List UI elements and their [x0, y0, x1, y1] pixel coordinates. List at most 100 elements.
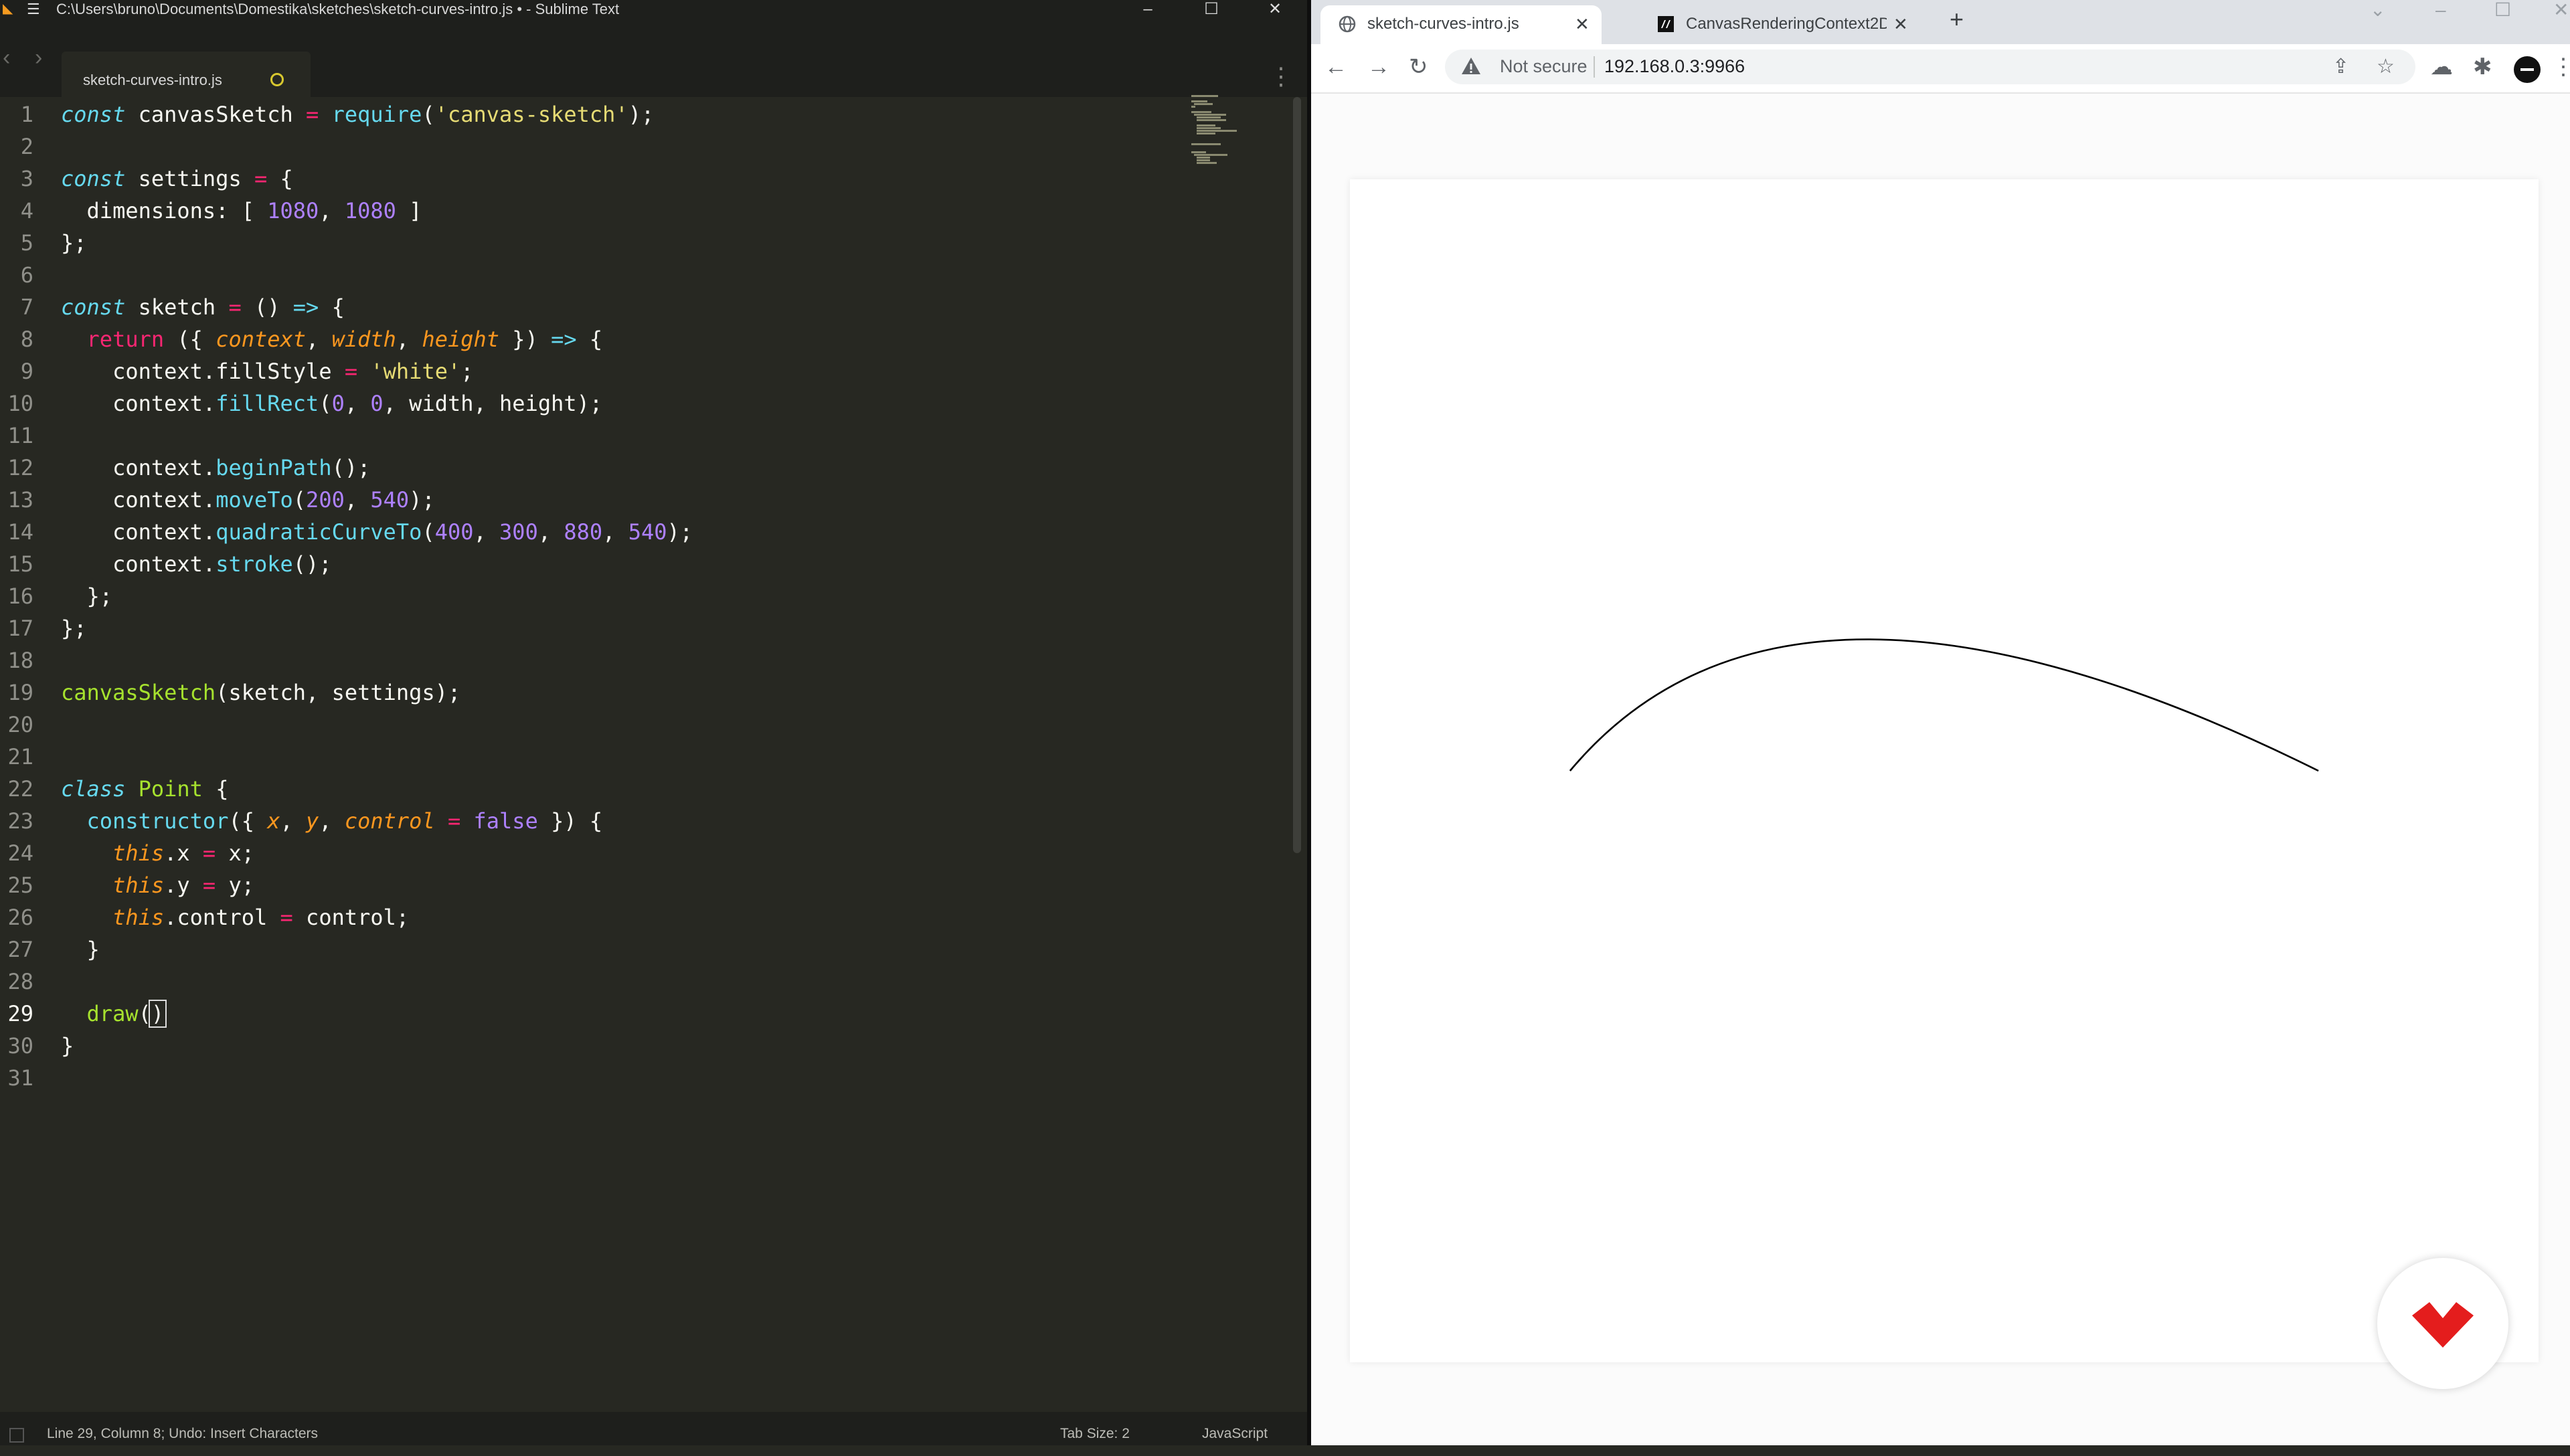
cursor-position-status: Line 29, Column 8; Undo: Insert Characte…	[47, 1426, 319, 1441]
line-number: 29	[7, 1001, 33, 1026]
extensions-puzzle-icon[interactable]: ✱	[2473, 54, 2492, 80]
domestika-logo-icon	[2412, 1302, 2474, 1348]
code-token: ,	[344, 487, 371, 513]
forward-icon[interactable]: →	[1367, 54, 1390, 80]
code-token: (	[422, 519, 435, 545]
maximize-icon[interactable]: ☐	[2494, 0, 2511, 20]
line-number: 31	[7, 1065, 33, 1091]
browser-tab-sketch[interactable]: sketch-curves-intro.js ✕	[1320, 5, 1602, 44]
unsaved-dot-icon[interactable]	[270, 73, 284, 86]
code-line[interactable]: context.fillStyle = 'white';	[61, 355, 473, 387]
code-token: 540	[628, 519, 667, 545]
panel-toggle-icon[interactable]	[9, 1428, 24, 1443]
line-number: 3	[20, 166, 33, 191]
warning-icon[interactable]	[1460, 55, 1482, 78]
code-token: this	[112, 905, 165, 930]
code-token: =	[280, 905, 293, 930]
new-tab-icon[interactable]: +	[1950, 5, 1964, 33]
code-token: =	[228, 294, 242, 320]
address-bar[interactable]: Not secure 192.168.0.3:9966 ⇪ ☆	[1445, 50, 2415, 84]
more-options-icon[interactable]: ⋮	[1269, 64, 1293, 88]
code-token: =>	[292, 294, 319, 320]
code-line[interactable]: canvasSketch(sketch, settings);	[61, 676, 460, 709]
code-line[interactable]: context.beginPath();	[61, 452, 370, 484]
code-line[interactable]: context.fillRect(0, 0, width, height);	[61, 387, 602, 420]
back-icon[interactable]: ←	[1324, 54, 1347, 80]
tab-scroll-left-icon[interactable]: ‹	[3, 45, 10, 71]
code-token: y;	[216, 873, 254, 898]
code-line[interactable]: class Point {	[61, 773, 228, 805]
code-token: };	[61, 583, 113, 609]
code-token: context.	[61, 391, 216, 416]
tab-search-icon[interactable]: ⌄	[2370, 0, 2385, 20]
code-token: .control	[164, 905, 280, 930]
code-line[interactable]: this.control = control;	[61, 901, 409, 933]
code-line[interactable]: return ({ context, width, height }) => {	[61, 323, 603, 355]
syntax-status[interactable]: JavaScript	[1202, 1412, 1268, 1456]
domestika-logo-badge[interactable]	[2377, 1258, 2508, 1389]
code-editor[interactable]: 1 2 3 4 5 6 7 8 9 10 11 12 13 14 15 16 17 18 19 20 21 22 23 24 2…	[0, 97, 1307, 1412]
minimize-icon[interactable]: –	[1128, 0, 1168, 18]
editor-scrollbar[interactable]	[1293, 97, 1301, 853]
share-icon[interactable]: ⇪	[2332, 55, 2349, 78]
close-tab-icon[interactable]: ✕	[1893, 8, 1908, 40]
minimap[interactable]	[1189, 95, 1237, 175]
browser-tab-mdn[interactable]: CanvasRenderingContext2D.quadraticCurveT…	[1639, 5, 1920, 44]
line-number: 8	[20, 327, 33, 352]
code-line[interactable]: constructor({ x, y, control = false }) {	[61, 805, 603, 837]
chrome-menu-icon[interactable]: ⋮	[2552, 54, 2570, 80]
reload-icon[interactable]: ↻	[1409, 54, 1428, 80]
code-token: const	[61, 102, 126, 127]
line-number: 28	[7, 969, 33, 994]
code-token: ,	[602, 519, 628, 545]
code-line[interactable]: dimensions: [ 1080, 1080 ]	[61, 195, 422, 227]
close-window-icon[interactable]: ✕	[2553, 0, 2569, 20]
code-token: quadraticCurveTo	[216, 519, 422, 545]
code-token: =	[254, 166, 268, 191]
code-token: context.	[61, 519, 216, 545]
code-line[interactable]: context.quadraticCurveTo(400, 300, 880, …	[61, 516, 693, 548]
code-line[interactable]: }	[61, 1030, 74, 1062]
code-line[interactable]: context.stroke();	[61, 548, 332, 580]
close-window-icon[interactable]: ✕	[1255, 0, 1295, 18]
code-line[interactable]: const sketch = () => {	[61, 291, 345, 323]
security-label[interactable]: Not secure	[1500, 56, 1588, 77]
sketch-canvas[interactable]	[1350, 179, 2539, 1362]
url-text[interactable]: 192.168.0.3:9966	[1604, 56, 1745, 77]
tab-scroll-right-icon[interactable]: ›	[35, 45, 42, 71]
code-line[interactable]: };	[61, 227, 87, 259]
extension-cloud-icon[interactable]: ☁	[2430, 54, 2453, 80]
code-line[interactable]: const settings = {	[61, 163, 293, 195]
line-number: 19	[7, 680, 33, 705]
line-number: 12	[7, 455, 33, 480]
sublime-tab-bar: ‹ › sketch-curves-intro.js ⋮	[0, 18, 1307, 115]
code-token: 880	[564, 519, 603, 545]
code-line[interactable]: };	[61, 580, 113, 612]
code-token: beginPath	[216, 455, 332, 480]
code-token: y	[306, 808, 319, 834]
code-line[interactable]: this.y = y;	[61, 869, 254, 901]
code-line[interactable]: draw()	[61, 998, 167, 1030]
code-line[interactable]: context.moveTo(200, 540);	[61, 484, 435, 516]
code-token: =>	[551, 327, 577, 352]
sublime-title-bar: ◣ ☰ C:\Users\bruno\Documents\Domestika\s…	[0, 0, 1307, 18]
code-token: };	[61, 230, 87, 256]
code-line[interactable]: const canvasSketch = require('canvas-ske…	[61, 98, 654, 130]
profile-avatar-icon[interactable]	[2514, 56, 2541, 83]
bookmark-star-icon[interactable]: ☆	[2377, 55, 2395, 78]
close-tab-icon[interactable]: ✕	[1575, 8, 1590, 40]
code-line[interactable]: }	[61, 933, 100, 966]
code-token: ,	[396, 327, 422, 352]
minimize-icon[interactable]: –	[2435, 0, 2446, 20]
code-token: context.fillStyle	[61, 359, 345, 384]
maximize-icon[interactable]: ☐	[1191, 0, 1231, 18]
code-line[interactable]: };	[61, 612, 87, 644]
hamburger-menu-icon[interactable]: ☰	[27, 0, 40, 18]
code-line[interactable]: this.x = x;	[61, 837, 254, 869]
code-token: 0	[331, 391, 345, 416]
code-token: ,	[306, 327, 332, 352]
code-token: const	[61, 166, 126, 191]
tab-size-status[interactable]: Tab Size: 2	[1060, 1412, 1130, 1456]
